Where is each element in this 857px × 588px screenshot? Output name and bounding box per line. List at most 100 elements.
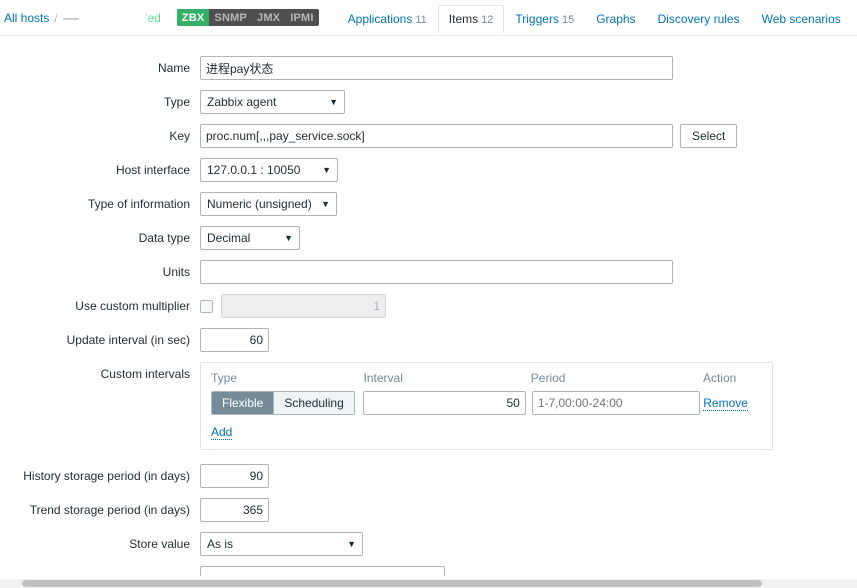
column-header-period: Period xyxy=(530,371,566,385)
label-update-interval: Update interval (in sec) xyxy=(66,333,190,347)
field-row-name: Name xyxy=(0,56,857,80)
breadcrumb-separator: / xyxy=(54,10,58,25)
label-key: Key xyxy=(169,129,190,143)
horizontal-scrollbar[interactable] xyxy=(0,579,857,588)
type-select[interactable]: Zabbix agent ▼ xyxy=(200,90,345,114)
host-name-redacted[interactable]: server xyxy=(58,8,145,28)
custom-multiplier-input xyxy=(221,294,386,318)
tab-web-scenarios-label: Web scenarios xyxy=(761,11,841,26)
key-select-button[interactable]: Select xyxy=(680,124,738,148)
label-trend-storage-period: Trend storage period (in days) xyxy=(29,503,190,517)
availability-jmx[interactable]: JMX xyxy=(252,9,285,26)
clipped-input-below-fold[interactable] xyxy=(200,566,445,576)
label-type-of-information: Type of information xyxy=(87,197,190,211)
custom-interval-row: Flexible Scheduling Remove xyxy=(211,391,762,415)
host-status-badge[interactable]: Enabled xyxy=(117,11,161,25)
host-interface-value: 127.0.0.1 : 10050 xyxy=(207,163,301,177)
label-data-type: Data type xyxy=(138,231,190,245)
host-interface-select[interactable]: 127.0.0.1 : 10050 ▼ xyxy=(200,158,338,182)
data-type-value: Decimal xyxy=(207,231,251,245)
interval-type-scheduling-button[interactable]: Scheduling xyxy=(273,392,354,414)
chevron-down-icon: ▼ xyxy=(347,539,356,549)
tab-applications-count: 11 xyxy=(415,13,427,26)
chevron-down-icon: ▼ xyxy=(322,165,331,175)
availability-zbx[interactable]: ZBX xyxy=(176,9,210,26)
column-header-action: Action xyxy=(702,371,737,385)
tab-discovery-rules-label: Discovery rules xyxy=(657,11,740,26)
column-header-interval: Interval xyxy=(363,371,403,385)
tab-items[interactable]: Items 12 xyxy=(437,4,505,33)
host-header-bar: All hosts / server Enabled ZBX SNMP JMX … xyxy=(0,0,857,36)
label-partially-visible xyxy=(0,566,200,571)
label-units: Units xyxy=(162,265,190,279)
host-tabs: Applications 11 Items 12 Triggers 15 Graphs… xyxy=(337,0,852,35)
horizontal-scrollbar-thumb[interactable] xyxy=(22,580,762,587)
breadcrumb-all-hosts[interactable]: All hosts xyxy=(4,11,49,25)
label-use-custom-multiplier: Use custom multiplier xyxy=(75,299,190,313)
field-row-custom-intervals: Custom intervals Type Interval Period Ac… xyxy=(0,362,857,450)
availability-ipmi[interactable]: IPMI xyxy=(285,9,318,26)
update-interval-input[interactable] xyxy=(200,328,269,352)
chevron-down-icon: ▼ xyxy=(329,97,338,107)
tab-items-label: Items xyxy=(448,11,479,26)
store-value-value: As is xyxy=(207,537,234,551)
field-row-trend-storage: Trend storage period (in days) xyxy=(0,498,857,522)
chevron-down-icon: ▼ xyxy=(284,233,293,243)
field-row-units: Units xyxy=(0,260,857,284)
label-host-interface: Host interface xyxy=(115,163,190,177)
name-input[interactable] xyxy=(200,56,673,80)
trend-storage-input[interactable] xyxy=(200,498,269,522)
field-row-store-value: Store value As is ▼ xyxy=(0,532,857,556)
label-store-value: Store value xyxy=(129,537,190,551)
availability-badges: ZBX SNMP JMX IPMI xyxy=(176,9,319,26)
store-value-select[interactable]: As is ▼ xyxy=(200,532,363,556)
field-row-history-storage: History storage period (in days) xyxy=(0,464,857,488)
add-interval-row: Add xyxy=(211,425,762,440)
field-row-update-interval: Update interval (in sec) xyxy=(0,328,857,352)
tab-items-count: 12 xyxy=(481,13,494,26)
label-type: Type xyxy=(163,95,190,109)
type-of-information-select[interactable]: Numeric (unsigned) ▼ xyxy=(200,192,337,216)
field-row-type-of-information: Type of information Numeric (unsigned) ▼ xyxy=(0,192,857,216)
tab-graphs[interactable]: Graphs xyxy=(585,5,646,33)
host-name-suffix: server xyxy=(62,10,99,25)
tab-applications[interactable]: Applications 11 xyxy=(337,5,438,33)
data-type-select[interactable]: Decimal ▼ xyxy=(200,226,300,250)
tab-web-scenarios[interactable]: Web scenarios xyxy=(751,5,852,33)
field-row-partially-visible xyxy=(0,566,857,576)
field-row-custom-multiplier: Use custom multiplier xyxy=(0,294,857,318)
interval-type-toggle: Flexible Scheduling xyxy=(211,391,363,415)
period-input[interactable] xyxy=(531,391,700,415)
remove-interval-link[interactable]: Remove xyxy=(703,396,748,411)
field-row-data-type: Data type Decimal ▼ xyxy=(0,226,857,250)
custom-intervals-header: Type Interval Period Action xyxy=(211,371,762,391)
tab-triggers-count: 15 xyxy=(561,13,575,26)
interval-type-flexible-button[interactable]: Flexible xyxy=(212,392,274,414)
interval-input[interactable] xyxy=(362,391,526,415)
tab-applications-label: Applications xyxy=(347,11,413,26)
field-row-key: Key Select xyxy=(0,124,857,148)
units-input[interactable] xyxy=(200,260,673,284)
tab-graphs-label: Graphs xyxy=(596,11,636,26)
item-configuration-form: Name Type Zabbix agent ▼ Key Select Host… xyxy=(0,36,857,576)
label-custom-intervals: Custom intervals xyxy=(100,367,190,381)
type-select-value: Zabbix agent xyxy=(207,95,277,109)
use-custom-multiplier-checkbox[interactable] xyxy=(200,300,213,313)
add-interval-link[interactable]: Add xyxy=(211,425,233,440)
field-row-type: Type Zabbix agent ▼ xyxy=(0,90,857,114)
column-header-type: Type xyxy=(211,371,238,385)
history-storage-input[interactable] xyxy=(200,464,269,488)
interval-period-cell xyxy=(531,391,703,415)
interval-action-cell: Remove xyxy=(703,396,762,411)
chevron-down-icon: ▼ xyxy=(321,199,330,209)
tab-discovery-rules[interactable]: Discovery rules xyxy=(647,5,751,33)
type-of-information-value: Numeric (unsigned) xyxy=(207,197,312,211)
availability-snmp[interactable]: SNMP xyxy=(209,9,252,26)
key-input[interactable] xyxy=(200,124,673,148)
tab-triggers[interactable]: Triggers 15 xyxy=(504,5,585,33)
field-row-host-interface: Host interface 127.0.0.1 : 10050 ▼ xyxy=(0,158,857,182)
label-history-storage-period: History storage period (in days) xyxy=(23,469,190,483)
tab-triggers-label: Triggers xyxy=(515,11,559,26)
custom-intervals-table: Type Interval Period Action Flexible Sch… xyxy=(200,362,773,450)
interval-value-cell xyxy=(362,391,532,415)
